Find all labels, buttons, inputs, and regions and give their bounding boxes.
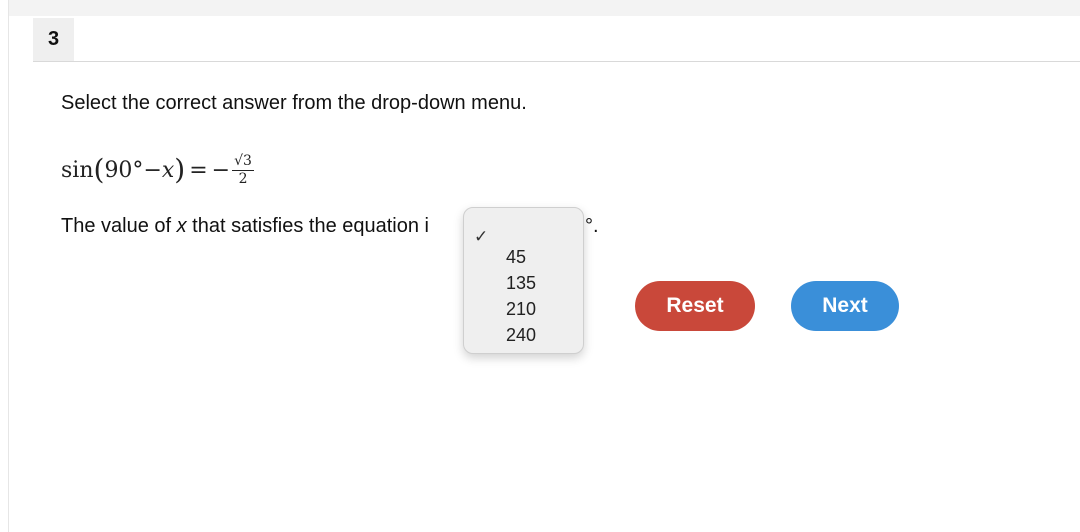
- dropdown-option[interactable]: 240: [464, 322, 583, 348]
- dropdown-option-empty-selected[interactable]: ✓: [464, 220, 583, 246]
- dropdown-option[interactable]: 210: [464, 296, 583, 322]
- top-band: [9, 0, 1080, 16]
- reset-button[interactable]: Reset: [635, 281, 755, 331]
- next-button[interactable]: Next: [791, 281, 899, 331]
- header-divider: [33, 61, 1080, 62]
- eq-equals: =: [189, 157, 208, 183]
- answer-dropdown-menu[interactable]: ✓ 45 135 210 240: [463, 207, 584, 354]
- equation: sin ( 90° − x ) = − √3 2: [61, 146, 254, 194]
- sentence-start: The value of: [61, 215, 177, 237]
- eq-rhs-sign: −: [211, 157, 231, 183]
- degree-suffix: °.: [585, 215, 599, 237]
- sentence-middle: that satisfies the equation i: [186, 215, 429, 237]
- eq-minus: −: [143, 157, 162, 183]
- eq-var: x: [161, 157, 175, 183]
- instruction-text: Select the correct answer from the drop-…: [61, 92, 527, 114]
- eq-angle: 90°: [104, 157, 144, 183]
- eq-denominator: 2: [238, 170, 248, 187]
- sentence-var: x: [176, 215, 187, 237]
- dropdown-option[interactable]: 135: [464, 270, 583, 296]
- eq-fraction: √3 2: [232, 152, 254, 187]
- question-number: 3: [33, 18, 74, 61]
- eq-func: sin: [61, 157, 94, 183]
- eq-open-paren: (: [93, 153, 105, 186]
- answer-sentence: The value of x that satisfies the equati…: [61, 213, 429, 239]
- eq-numerator: √3: [232, 152, 254, 171]
- dropdown-option[interactable]: 45: [464, 244, 583, 270]
- eq-close-paren: ): [174, 153, 186, 186]
